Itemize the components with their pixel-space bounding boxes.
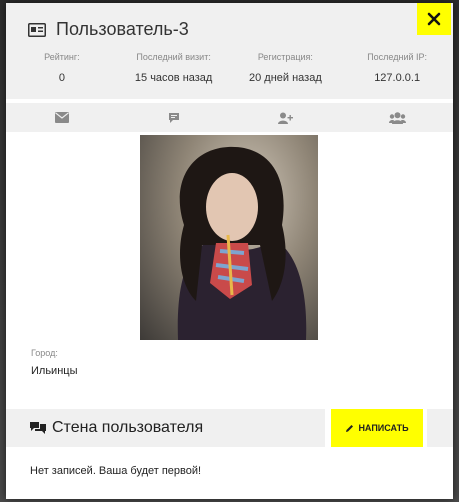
add-friend-action[interactable] <box>230 103 342 132</box>
pencil-icon <box>346 424 354 432</box>
avatar-photo <box>177 146 307 340</box>
stat-label: Последний визит: <box>136 52 211 62</box>
profile-title: Пользователь-3 <box>28 19 189 40</box>
profile-header: Пользователь-3 Рейтинг: 0 Последний визи… <box>6 3 453 99</box>
city-label: Город: <box>31 348 58 358</box>
stat-last-visit: Последний визит: 15 часов назад <box>118 52 230 84</box>
close-icon <box>427 12 441 26</box>
profile-modal: Пользователь-3 Рейтинг: 0 Последний визи… <box>6 3 453 499</box>
send-message-action[interactable] <box>6 103 118 132</box>
mail-icon <box>54 112 69 123</box>
wall-empty-message: Нет записей. Ваша будет первой! <box>30 465 202 477</box>
stat-value: 20 дней назад <box>248 72 322 84</box>
stat-value: 0 <box>58 72 65 84</box>
stat-value: 15 часов назад <box>134 72 213 84</box>
close-button[interactable] <box>417 3 451 35</box>
wall-title-text: Стена пользователя <box>52 419 204 436</box>
stat-label: Последний IP: <box>367 52 428 62</box>
write-post-label: НАПИСАТЬ <box>358 423 409 433</box>
comment-action[interactable] <box>118 103 230 132</box>
stat-value: 127.0.0.1 <box>374 72 421 84</box>
stat-registration: Регистрация: 20 дней назад <box>230 52 342 84</box>
profile-name: Пользователь-3 <box>56 19 189 39</box>
group-action[interactable] <box>341 103 453 132</box>
profile-actions-bar <box>6 103 453 132</box>
id-card-icon <box>28 22 46 37</box>
wall-header-spacer <box>427 409 453 447</box>
group-icon <box>388 111 406 124</box>
wall-title: Стена пользователя <box>30 409 203 447</box>
add-friend-icon <box>277 112 293 124</box>
stat-label: Рейтинг: <box>44 52 80 62</box>
stat-rating: Рейтинг: 0 <box>6 52 118 84</box>
profile-stats: Рейтинг: 0 Последний визит: 15 часов наз… <box>6 52 453 84</box>
city-value: Ильинцы <box>31 365 78 377</box>
profile-avatar <box>140 135 318 340</box>
write-post-button[interactable]: НАПИСАТЬ <box>331 409 423 447</box>
stat-last-ip: Последний IP: 127.0.0.1 <box>341 52 453 84</box>
stat-label: Регистрация: <box>257 52 313 62</box>
comments-icon <box>30 422 46 434</box>
comment-icon <box>168 112 179 123</box>
